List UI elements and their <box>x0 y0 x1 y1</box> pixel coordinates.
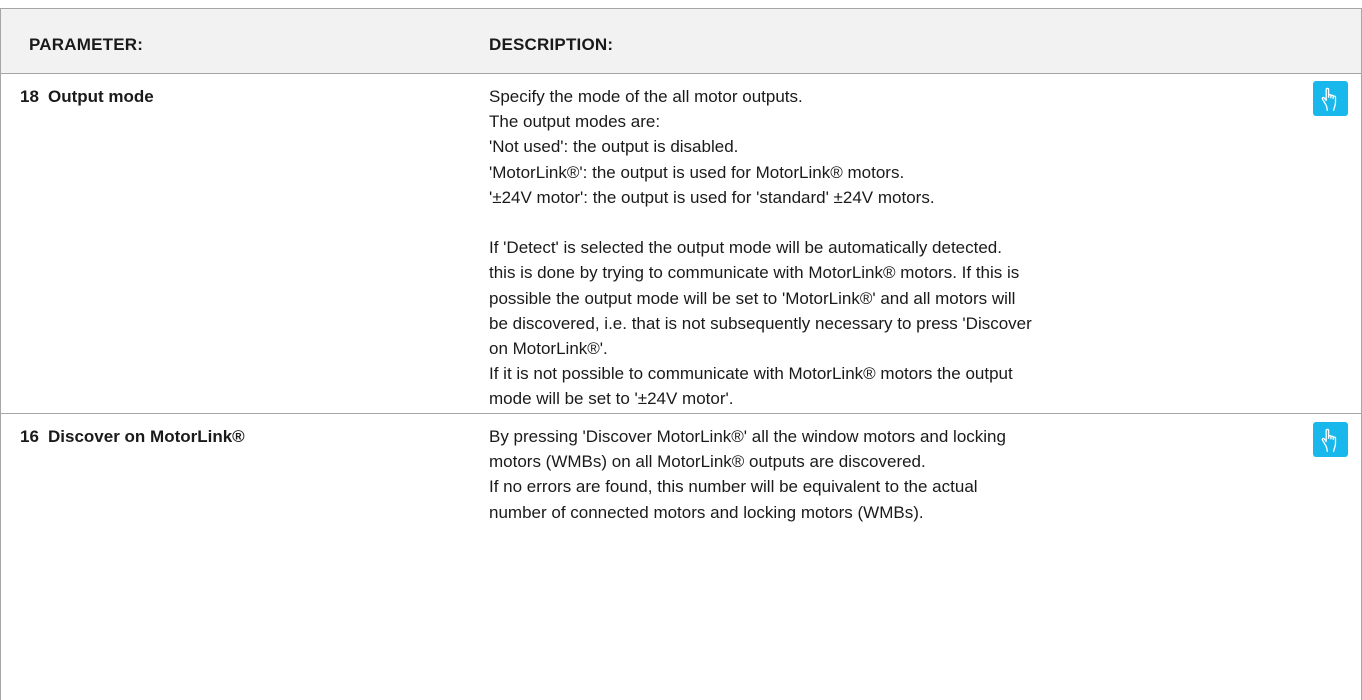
hand-pointer-button[interactable] <box>1313 422 1348 457</box>
description-line: motors (WMBs) on all MotorLink® outputs … <box>489 452 926 472</box>
description-line: Specify the mode of the all motor output… <box>489 87 803 106</box>
description-line: If no errors are found, this number will… <box>489 477 978 497</box>
column-header-parameter: PARAMETER: <box>29 35 144 54</box>
description-line: possible the output mode will be set to … <box>489 288 1016 308</box>
parameter-number: 18 <box>20 87 39 106</box>
parameter-number: 16 <box>20 427 39 446</box>
table-row-discover-motorlink: 16 Discover on MotorLink® <box>20 427 245 447</box>
description-line: 'MotorLink®': the output is used for Mot… <box>489 162 905 182</box>
table-left-border <box>0 8 1 700</box>
description-line: The output modes are: <box>489 112 661 132</box>
description-line: If it is not possible to communicate wit… <box>489 364 1013 384</box>
description-line: '±24V motor': the output is used for 'st… <box>489 187 935 207</box>
header-divider <box>0 73 1362 74</box>
table-row-output-mode: 18 Output mode <box>20 87 154 107</box>
column-header-description: DESCRIPTION: <box>489 35 614 54</box>
parameter-name: Discover on MotorLink® <box>48 427 245 446</box>
parameter-description: By pressing 'Discover MotorLink®' all th… <box>489 424 1289 525</box>
table-header-row <box>1 8 1362 73</box>
description-line: If 'Detect' is selected the output mode … <box>489 238 1002 258</box>
parameter-table: PARAMETER: DESCRIPTION: 18 Output mode Sp… <box>0 0 1362 700</box>
description-line: this is done by trying to communicate wi… <box>489 263 1020 283</box>
hand-pointer-button[interactable] <box>1313 81 1348 116</box>
parameter-description: Specify the mode of the all motor output… <box>489 84 1289 412</box>
description-line: mode will be set to '±24V motor'. <box>489 389 734 409</box>
description-line: By pressing 'Discover MotorLink®' all th… <box>489 427 1006 446</box>
parameter-name: Output mode <box>48 87 154 106</box>
hand-pointer-icon <box>1321 428 1337 453</box>
table-top-border <box>0 8 1362 9</box>
hand-pointer-icon <box>1321 87 1337 112</box>
row-divider <box>0 413 1362 414</box>
description-line: 'Not used': the output is disabled. <box>489 137 739 157</box>
description-line: on MotorLink®'. <box>489 339 608 359</box>
description-line: be discovered, i.e. that is not subseque… <box>489 313 1032 333</box>
description-line: number of connected motors and locking m… <box>489 502 924 522</box>
